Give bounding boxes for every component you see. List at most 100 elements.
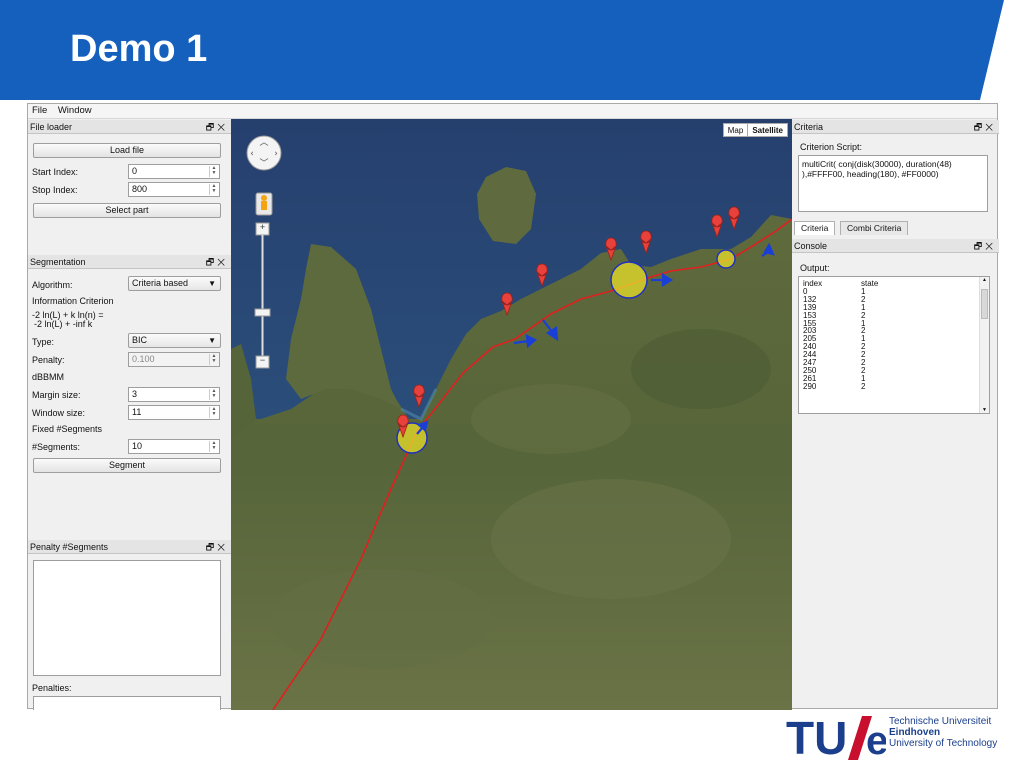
file-loader-title-text: File loader	[30, 122, 73, 132]
svg-text:›: ›	[274, 149, 278, 159]
map-type-satellite-button[interactable]: Satellite	[747, 124, 787, 136]
dock-controls-icon[interactable]: 🗗✕	[206, 120, 228, 134]
penalty-panel-title-text: Penalty #Segments	[30, 542, 109, 552]
console-title-text: Console	[794, 241, 828, 251]
map-type-control: Map Satellite	[722, 123, 788, 137]
type-label: Type:	[32, 337, 55, 347]
window-size-label: Window size:	[32, 408, 86, 418]
console-table: index state 01 132 2 139 1 153 2 155 1 203 2 …	[803, 280, 878, 391]
margin-size-label: Margin size:	[32, 390, 81, 400]
script-line-2: ),#FFFF00, heading(180), #FF0000)	[802, 169, 939, 179]
spin-arrows-icon[interactable]: ▲ ▼	[209, 407, 218, 418]
penalties-list[interactable]	[33, 696, 221, 710]
formula-line-2: -2 ln(L) + -inf k	[34, 319, 93, 329]
segment-circle[interactable]	[716, 249, 736, 269]
pegman-icon[interactable]	[255, 192, 273, 216]
segments-value: 10	[132, 441, 143, 451]
svg-text:TU: TU	[786, 712, 847, 762]
penalty-value: 0.100	[132, 354, 155, 364]
segment-button[interactable]: Segment	[33, 458, 221, 473]
window-size-input[interactable]: 11 ▲ ▼	[128, 405, 220, 420]
slide-title: Demo 1	[70, 28, 208, 70]
logo-line-1: Technische Universiteit	[889, 716, 992, 727]
chevron-down-icon: ▼	[208, 279, 216, 288]
criteria-title-text: Criteria	[794, 122, 824, 132]
start-index-label: Start Index:	[32, 167, 79, 177]
dock-controls-icon[interactable]: 🗗✕	[974, 239, 996, 253]
dock-controls-icon[interactable]: 🗗✕	[974, 120, 996, 134]
tab-combi-criteria[interactable]: Combi Criteria	[840, 221, 909, 235]
dbbmm-label: dBBMM	[32, 372, 65, 382]
logo-line-3: University of Technology	[889, 738, 998, 749]
tue-logo-text: Technische Universiteit Eindhoven Univer…	[889, 716, 997, 749]
file-loader-title: File loader 🗗✕	[28, 120, 231, 134]
scroll-down-icon[interactable]: ▼	[980, 407, 989, 413]
tue-logo: TU e Technische Universiteit Eindhoven U…	[786, 712, 1021, 764]
criterion-script-label: Criterion Script:	[800, 142, 863, 152]
info-criterion-label: Information Criterion	[32, 296, 114, 306]
zoom-out-button[interactable]: −	[258, 355, 267, 365]
console-title: Console 🗗✕	[792, 239, 999, 253]
spin-arrows-icon[interactable]: ▲ ▼	[209, 184, 218, 195]
start-index-input[interactable]: 0 ▲ ▼	[128, 164, 220, 179]
scrollbar-thumb[interactable]	[981, 289, 988, 319]
segmentation-title-text: Segmentation	[30, 257, 86, 267]
fixed-segments-label: Fixed #Segments	[32, 424, 103, 434]
dock-controls-icon[interactable]: 🗗✕	[206, 255, 228, 269]
slide-banner: Demo 1	[0, 0, 1024, 100]
zoom-in-button[interactable]: +	[258, 222, 267, 232]
algorithm-select[interactable]: Criteria based ▼	[128, 276, 221, 291]
penalty-panel-title: Penalty #Segments 🗗✕	[28, 540, 231, 554]
logo-line-2: Eindhoven	[889, 727, 941, 738]
margin-size-input[interactable]: 3 ▲ ▼	[128, 387, 220, 402]
spin-arrows-icon[interactable]: ▲ ▼	[209, 166, 218, 177]
select-part-button[interactable]: Select part	[33, 203, 221, 218]
criteria-title: Criteria 🗗✕	[792, 120, 999, 134]
algorithm-value: Criteria based	[132, 278, 189, 288]
stop-index-value: 800	[132, 184, 148, 194]
cell-state: 2	[861, 381, 866, 391]
penalty-plot-area	[33, 560, 221, 676]
tab-criteria[interactable]: Criteria	[794, 221, 836, 235]
svg-text:﹀: ﹀	[259, 158, 268, 169]
console-header-row: index state	[803, 280, 878, 288]
segments-input[interactable]: 10 ▲ ▼	[128, 439, 220, 454]
output-label: Output:	[800, 263, 830, 273]
load-file-button[interactable]: Load file	[33, 143, 221, 158]
segments-label: #Segments:	[32, 442, 81, 452]
dock-controls-icon[interactable]: 🗗✕	[206, 540, 228, 554]
penalty-label: Penalty:	[32, 355, 65, 365]
svg-text:‹: ‹	[250, 149, 254, 159]
stop-index-input[interactable]: 800 ▲ ▼	[128, 182, 220, 197]
spin-arrows-icon[interactable]: ▲ ▼	[209, 354, 218, 365]
spin-arrows-icon[interactable]: ▲ ▼	[209, 389, 218, 400]
pan-control[interactable]: ︿ ﹀ ‹ ›	[246, 135, 282, 171]
start-index-value: 0	[132, 166, 138, 176]
menu-window[interactable]: Window	[54, 104, 96, 116]
segment-circle[interactable]	[610, 261, 648, 299]
table-row: 290 2	[803, 381, 878, 391]
penalty-input[interactable]: 0.100 ▲ ▼	[128, 352, 220, 367]
console-scrollbar[interactable]: ▲ ▼	[979, 277, 989, 413]
map-canvas: ︿ ﹀ ‹ ›	[231, 119, 792, 710]
map-type-map-button[interactable]: Map	[724, 124, 748, 136]
algorithm-label: Algorithm:	[32, 280, 73, 290]
menu-file[interactable]: File	[28, 104, 51, 116]
stop-index-label: Stop Index:	[32, 185, 78, 195]
tue-logo-mark: TU e	[786, 712, 888, 764]
margin-size-value: 3	[132, 389, 138, 399]
cell-index: 290	[803, 381, 817, 391]
type-value: BIC	[132, 335, 148, 345]
spin-arrows-icon[interactable]: ▲ ▼	[209, 441, 218, 452]
svg-text:e: e	[866, 719, 886, 762]
chevron-down-icon: ▼	[208, 336, 216, 345]
console-output[interactable]: index state 01 132 2 139 1 153 2 155 1 203 2 …	[798, 276, 990, 414]
scroll-up-icon[interactable]: ▲	[980, 277, 989, 283]
script-line-1: multiCrit( conj(disk(30000), duration(48…	[802, 159, 952, 169]
satellite-map[interactable]: ︿ ﹀ ‹ › + − Map Satellite	[231, 119, 792, 710]
type-select[interactable]: BIC ▼	[128, 333, 221, 348]
window-size-value: 11	[132, 407, 142, 417]
menubar: File Window	[28, 104, 997, 119]
segmentation-title: Segmentation 🗗✕	[28, 255, 231, 269]
criterion-script-editor[interactable]: multiCrit( conj(disk(30000), duration(48…	[798, 155, 988, 212]
